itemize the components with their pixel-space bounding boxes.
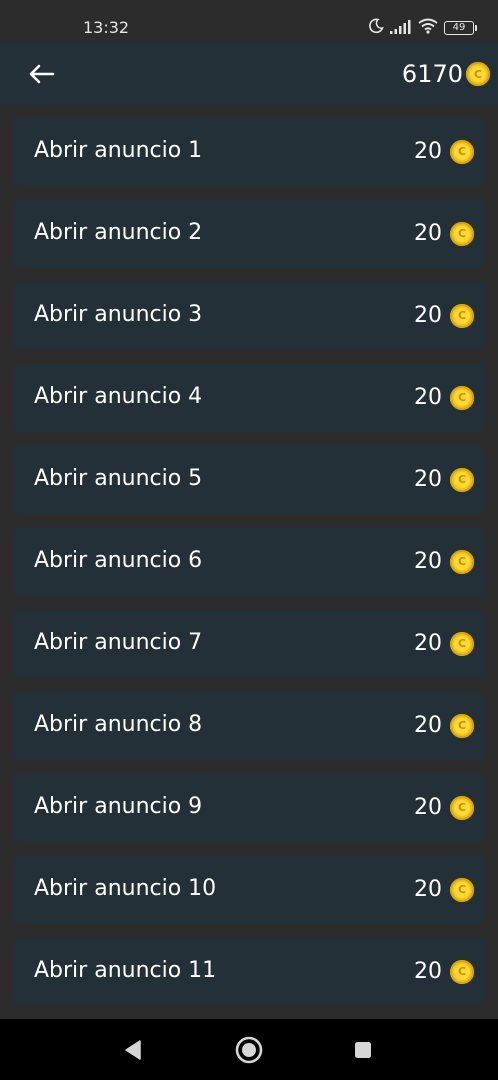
ad-list-item[interactable]: Abrir anuncio 9 20 C bbox=[13, 774, 485, 842]
coin-balance: 6170 C bbox=[402, 59, 490, 89]
ad-reward: 20 C bbox=[414, 959, 474, 984]
coin-letter: C bbox=[454, 389, 470, 406]
ad-label: Abrir anuncio 5 bbox=[34, 466, 203, 491]
ad-list-item[interactable]: Abrir anuncio 11 20 C bbox=[13, 938, 485, 1006]
ad-list-item[interactable]: Abrir anuncio 10 20 C bbox=[13, 856, 485, 924]
ad-reward: 20 C bbox=[414, 467, 474, 492]
ad-label: Abrir anuncio 4 bbox=[34, 384, 203, 409]
coin-letter: C bbox=[454, 635, 470, 652]
coin-letter: C bbox=[454, 471, 470, 488]
coin-icon: C bbox=[450, 877, 474, 902]
ad-reward: 20 C bbox=[414, 303, 474, 328]
ad-reward-value: 20 bbox=[414, 877, 442, 902]
app-bar: 6170 C bbox=[0, 42, 498, 105]
coin-icon: C bbox=[450, 631, 474, 656]
ad-reward-value: 20 bbox=[414, 303, 442, 328]
coin-letter: C bbox=[454, 963, 470, 980]
coin-letter: C bbox=[470, 66, 486, 82]
ad-list-item[interactable]: Abrir anuncio 8 20 C bbox=[13, 692, 485, 760]
ad-reward: 20 C bbox=[414, 221, 474, 246]
ad-label: Abrir anuncio 6 bbox=[34, 548, 203, 573]
ad-reward: 20 C bbox=[414, 713, 474, 738]
coin-icon: C bbox=[450, 303, 474, 328]
home-circle-icon bbox=[235, 1036, 263, 1064]
ad-reward-value: 20 bbox=[414, 467, 442, 492]
status-time: 13:32 bbox=[83, 18, 130, 37]
nav-home-button[interactable] bbox=[232, 1033, 266, 1067]
coin-icon: C bbox=[450, 385, 474, 410]
ad-reward: 20 C bbox=[414, 877, 474, 902]
ad-list-item[interactable]: Abrir anuncio 7 20 C bbox=[13, 610, 485, 678]
ad-reward-value: 20 bbox=[414, 385, 442, 410]
ad-list-item[interactable]: Abrir anuncio 5 20 C bbox=[13, 446, 485, 514]
balance-value: 6170 bbox=[401, 60, 463, 88]
coin-icon: C bbox=[450, 713, 474, 738]
coin-letter: C bbox=[454, 307, 470, 324]
signal-icon bbox=[390, 19, 412, 38]
ad-reward: 20 C bbox=[414, 795, 474, 820]
coin-letter: C bbox=[454, 553, 470, 570]
ad-label: Abrir anuncio 11 bbox=[34, 958, 217, 983]
recents-square-icon bbox=[355, 1042, 371, 1058]
ad-label: Abrir anuncio 9 bbox=[34, 794, 203, 819]
ad-label: Abrir anuncio 1 bbox=[34, 138, 203, 163]
nav-back-button[interactable] bbox=[116, 1033, 150, 1067]
battery-icon: 49 bbox=[444, 21, 477, 35]
ad-label: Abrir anuncio 8 bbox=[34, 712, 203, 737]
ad-list-item[interactable]: Abrir anuncio 1 20 C bbox=[13, 118, 485, 186]
nav-recents-button[interactable] bbox=[346, 1033, 380, 1067]
ad-reward-value: 20 bbox=[414, 139, 442, 164]
coin-icon: C bbox=[450, 549, 474, 574]
ad-label: Abrir anuncio 10 bbox=[34, 876, 217, 901]
coin-icon: C bbox=[450, 959, 474, 984]
ad-list-item[interactable]: Abrir anuncio 6 20 C bbox=[13, 528, 485, 596]
system-nav-bar bbox=[0, 1019, 498, 1080]
back-triangle-icon bbox=[125, 1040, 141, 1060]
ad-reward-value: 20 bbox=[414, 631, 442, 656]
ad-list-item[interactable]: Abrir anuncio 4 20 C bbox=[13, 364, 485, 432]
ad-reward-value: 20 bbox=[414, 795, 442, 820]
ad-reward: 20 C bbox=[414, 385, 474, 410]
ad-label: Abrir anuncio 2 bbox=[34, 220, 203, 245]
ad-label: Abrir anuncio 7 bbox=[34, 630, 203, 655]
ad-label: Abrir anuncio 3 bbox=[34, 302, 203, 327]
ad-reward-value: 20 bbox=[414, 549, 442, 574]
coin-letter: C bbox=[454, 717, 470, 734]
coin-icon: C bbox=[450, 221, 474, 246]
wifi-icon bbox=[418, 18, 438, 38]
coin-letter: C bbox=[454, 881, 470, 898]
coin-icon: C bbox=[450, 467, 474, 492]
arrow-left-icon bbox=[29, 64, 55, 84]
coin-icon: C bbox=[450, 139, 474, 164]
status-bar: 13:32 49 bbox=[0, 0, 498, 42]
coin-letter: C bbox=[454, 799, 470, 816]
ad-reward: 20 C bbox=[414, 139, 474, 164]
back-button[interactable] bbox=[22, 54, 62, 94]
coin-icon: C bbox=[450, 795, 474, 820]
ad-list-item[interactable]: Abrir anuncio 3 20 C bbox=[13, 282, 485, 350]
moon-icon bbox=[368, 18, 384, 38]
ad-reward-value: 20 bbox=[414, 221, 442, 246]
status-icons: 49 bbox=[368, 18, 477, 38]
ad-reward-value: 20 bbox=[414, 713, 442, 738]
coin-letter: C bbox=[454, 225, 470, 242]
ad-reward-value: 20 bbox=[414, 959, 442, 984]
ad-reward: 20 C bbox=[414, 631, 474, 656]
ad-reward: 20 C bbox=[414, 549, 474, 574]
ad-list-item[interactable]: Abrir anuncio 2 20 C bbox=[13, 200, 485, 268]
coin-letter: C bbox=[454, 143, 470, 160]
ad-list: Abrir anuncio 1 20 C Abrir anuncio 2 20 C Abri… bbox=[13, 118, 485, 1020]
coin-icon: C bbox=[466, 62, 490, 86]
